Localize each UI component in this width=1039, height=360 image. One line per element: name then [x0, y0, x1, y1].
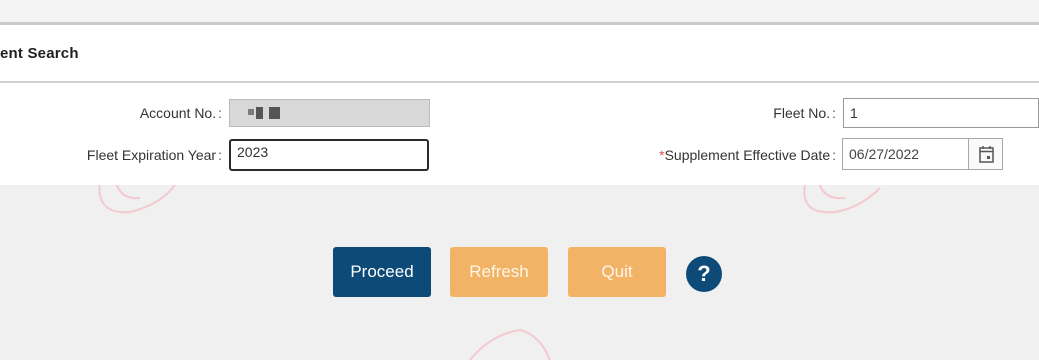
supplement-effective-date-label: *Supplement Effective Date: [659, 147, 836, 163]
title-divider [0, 81, 1039, 83]
help-icon[interactable]: ? [686, 256, 722, 292]
fleet-expiration-year-label: Fleet Expiration Year: [86, 147, 222, 163]
supplement-effective-date-picker: 06/27/2022 [842, 138, 1003, 170]
fleet-no-input[interactable]: 1 [843, 98, 1039, 128]
top-strip [0, 0, 1039, 22]
account-no-label: Account No.: [139, 105, 222, 121]
supplement-effective-date-input[interactable]: 06/27/2022 [842, 138, 968, 170]
account-no-field [229, 99, 430, 127]
section-title: ent Search [0, 45, 79, 62]
fleet-no-label: Fleet No.: [773, 105, 836, 121]
quit-button[interactable]: Quit [568, 247, 666, 297]
calendar-icon[interactable] [968, 138, 1003, 170]
proceed-button[interactable]: Proceed [333, 247, 431, 297]
actions-bar: Proceed Refresh Quit ? [0, 185, 1039, 360]
refresh-button[interactable]: Refresh [450, 247, 548, 297]
fleet-expiration-year-input[interactable]: 2023 [229, 139, 429, 171]
